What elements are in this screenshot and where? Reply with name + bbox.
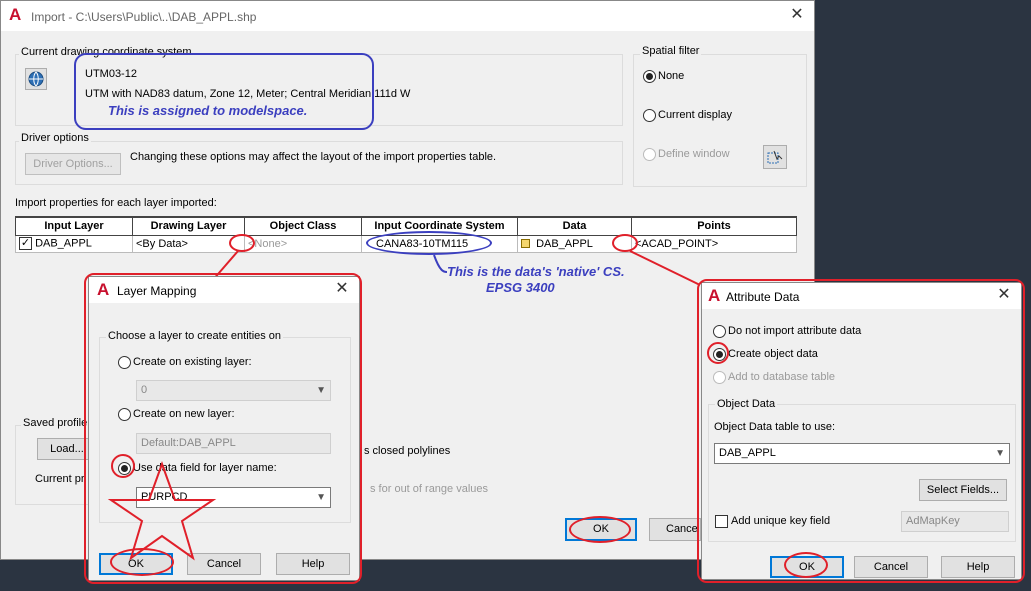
attribute-ok-ring [784, 552, 828, 578]
spatial-define-label: Define window [658, 148, 730, 160]
data-field-radio-ring [111, 454, 135, 478]
cell-object-class[interactable]: <None> [244, 234, 362, 253]
epsg-annotation: EPSG 3400 [486, 280, 555, 295]
close-icon[interactable]: ✕ [788, 6, 806, 24]
points-ring [612, 234, 638, 252]
header-points[interactable]: Points [631, 216, 797, 236]
spatial-filter-label: Spatial filter [640, 45, 702, 57]
cs-highlight-box [74, 53, 374, 130]
native-cs-ring [366, 231, 492, 255]
native-cs-annotation: This is the data's 'native' CS. [447, 264, 625, 279]
out-of-range-text: s for out of range values [370, 483, 489, 495]
import-cancel-button[interactable]: Cance [649, 518, 701, 541]
spatial-current-label: Current display [658, 109, 732, 121]
window-select-icon [767, 150, 783, 164]
cell-input-layer[interactable]: ✓ DAB_APPL [15, 234, 133, 253]
create-object-data-ring [707, 342, 729, 364]
import-titlebar: A Import - C:\Users\Public\..\DAB_APPL.s… [1, 1, 814, 31]
header-drawing-layer[interactable]: Drawing Layer [132, 216, 245, 236]
cell-drawing-layer[interactable]: <By Data> [132, 234, 245, 253]
header-object-class[interactable]: Object Class [244, 216, 362, 236]
define-window-button[interactable] [763, 145, 787, 169]
input-layer-value: DAB_APPL [35, 237, 92, 250]
import-title: Import - C:\Users\Public\..\DAB_APPL.shp [31, 10, 257, 24]
modelspace-annotation: This is assigned to modelspace. [108, 103, 308, 118]
attribute-dialog-highlight [697, 279, 1025, 583]
saved-profile-group [15, 425, 95, 505]
data-value: DAB_APPL [536, 237, 593, 250]
driver-group-label: Driver options [19, 132, 91, 144]
driver-note: Changing these options may affect the la… [130, 151, 497, 163]
globe-icon [28, 71, 44, 87]
driver-options-button[interactable]: Driver Options... [25, 153, 121, 175]
spatial-none-label: None [658, 70, 685, 82]
closed-polylines-text: s closed polylines [364, 445, 451, 457]
saved-profile-label: Saved profile [21, 417, 90, 429]
layer-checkbox[interactable]: ✓ [19, 237, 32, 250]
spatial-current-radio[interactable] [643, 109, 656, 122]
current-profile-label: Current pr [35, 473, 85, 485]
spatial-define-radio[interactable] [643, 148, 656, 161]
cell-points[interactable]: <ACAD_POINT> [631, 234, 797, 253]
layer-mapping-ok-ring [110, 548, 174, 576]
header-input-layer[interactable]: Input Layer [15, 216, 133, 236]
import-ok-ring [569, 516, 631, 543]
coordinate-system-button[interactable] [25, 68, 47, 90]
import-props-label: Import properties for each layer importe… [15, 197, 217, 209]
autocad-logo-icon: A [9, 5, 22, 24]
layer-mapping-highlight [84, 273, 362, 584]
table-icon [521, 239, 530, 249]
drawing-layer-ring [229, 234, 255, 252]
spatial-none-radio[interactable] [643, 70, 656, 83]
header-data[interactable]: Data [517, 216, 632, 236]
